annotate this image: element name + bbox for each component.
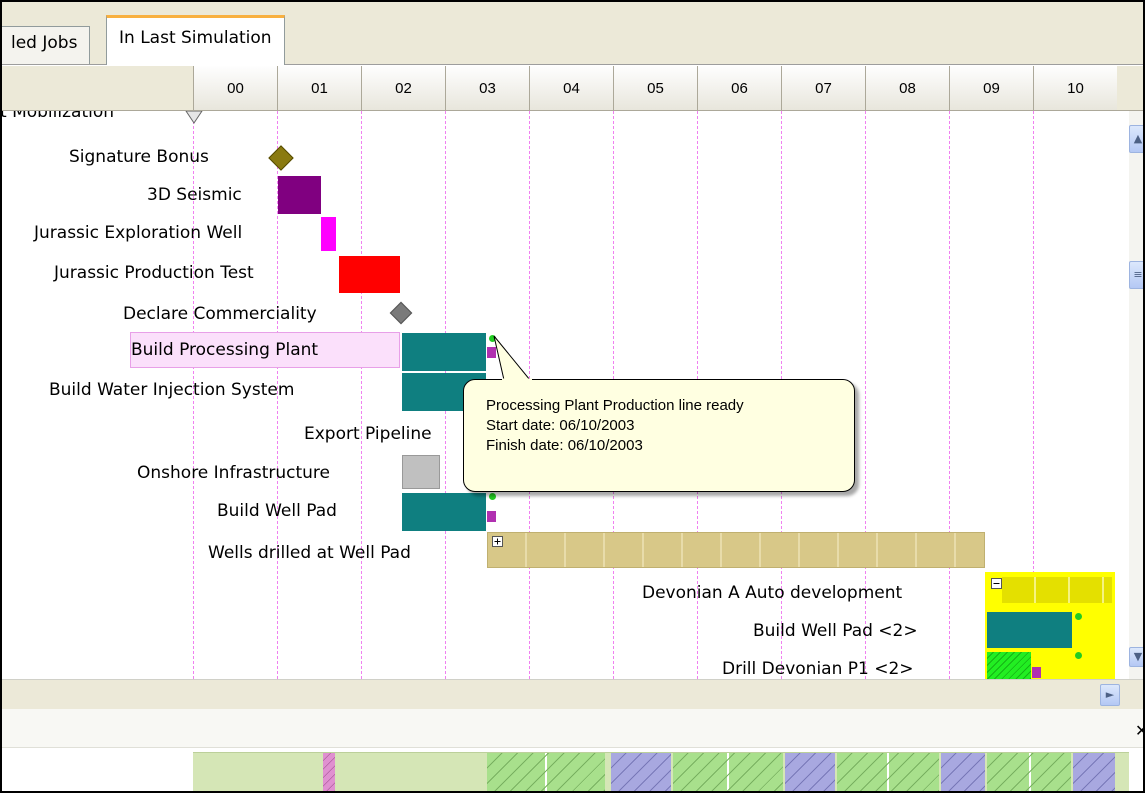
timeline-header: 00 01 02 03 04 05 06 07 08 09 10 bbox=[2, 66, 1143, 111]
arrow-right-icon[interactable]: ► bbox=[1100, 684, 1120, 706]
task-tooltip: Processing Plant Production line ready S… bbox=[463, 379, 855, 492]
task-bar-build-well-pad[interactable] bbox=[402, 493, 486, 531]
milestone-declare-commerciality[interactable] bbox=[389, 301, 413, 325]
task-label-processing-plant[interactable]: Build Processing Plant bbox=[131, 339, 318, 361]
task-bar-onshore-infrastructure[interactable] bbox=[402, 455, 440, 489]
year-header: 05 bbox=[613, 66, 697, 110]
milestone-marker[interactable] bbox=[185, 111, 203, 125]
year-header: 10 bbox=[1033, 66, 1117, 110]
tab-scheduled-jobs[interactable]: led Jobs bbox=[2, 26, 91, 64]
task-label-3d-seismic[interactable]: 3D Seismic bbox=[147, 184, 242, 206]
scroll-thumb[interactable]: ≡ bbox=[1129, 261, 1143, 289]
year-header: 08 bbox=[865, 66, 949, 110]
scroll-up-button[interactable]: ▲ bbox=[1129, 125, 1143, 153]
tab-bar: led Jobs In Last Simulation bbox=[2, 2, 1143, 65]
task-bar-build-well-pad-2[interactable] bbox=[987, 612, 1072, 648]
task-label-onshore-infrastructure[interactable]: Onshore Infrastructure bbox=[137, 462, 330, 484]
year-header: 04 bbox=[529, 66, 613, 110]
tooltip-start-date: Start date: 06/10/2003 bbox=[486, 417, 635, 434]
completion-dot bbox=[489, 493, 496, 500]
task-bar-production-test[interactable] bbox=[339, 256, 400, 293]
production-marker[interactable] bbox=[1032, 667, 1041, 678]
task-label-declare-commerciality[interactable]: Declare Commerciality bbox=[123, 303, 317, 325]
task-bar-drill-devonian[interactable] bbox=[987, 652, 1031, 679]
year-header: 06 bbox=[697, 66, 781, 110]
overview-block bbox=[673, 753, 783, 791]
task-label-signature-bonus[interactable]: Signature Bonus bbox=[69, 146, 209, 168]
task-label-devonian-auto[interactable]: Devonian A Auto development bbox=[642, 582, 902, 604]
task-label-build-well-pad[interactable]: Build Well Pad bbox=[217, 500, 337, 522]
year-header: 00 bbox=[193, 66, 277, 110]
production-marker[interactable] bbox=[487, 511, 496, 522]
overview-block bbox=[987, 753, 1071, 791]
overview-block bbox=[941, 753, 985, 791]
completion-dot bbox=[1075, 613, 1082, 620]
overview-block bbox=[837, 753, 939, 791]
task-bar-3d-seismic[interactable] bbox=[278, 176, 321, 214]
milestone-signature-bonus[interactable] bbox=[268, 145, 294, 171]
year-header: 02 bbox=[361, 66, 445, 110]
year-header: 07 bbox=[781, 66, 865, 110]
overview-block bbox=[487, 753, 605, 791]
completion-dot bbox=[1075, 652, 1082, 659]
year-header: 03 bbox=[445, 66, 529, 110]
scroll-down-button[interactable]: ▼ bbox=[1129, 647, 1143, 667]
overview-block bbox=[611, 753, 671, 791]
task-bar-processing-plant[interactable] bbox=[402, 333, 486, 371]
task-label-wells-drilled[interactable]: Wells drilled at Well Pad bbox=[208, 542, 411, 564]
plus-box-icon[interactable] bbox=[492, 536, 504, 548]
overview-block bbox=[323, 753, 335, 791]
horizontal-scrollbar[interactable]: ► bbox=[2, 679, 1143, 710]
vertical-scrollbar[interactable]: ▲ ≡ ▼ bbox=[1129, 111, 1143, 679]
year-header: 01 bbox=[277, 66, 361, 110]
tooltip-title: Processing Plant Production line ready bbox=[486, 397, 744, 414]
tooltip-pointer bbox=[493, 335, 532, 382]
task-label-production-test[interactable]: Jurassic Production Test bbox=[54, 262, 254, 284]
group-summary-bar bbox=[1002, 577, 1112, 603]
task-label-export-pipeline[interactable]: Export Pipeline bbox=[304, 423, 432, 445]
overview-header bbox=[2, 709, 1143, 748]
task-label-mobilization[interactable]: t Mobilization bbox=[2, 111, 114, 123]
task-group-wells-drilled[interactable] bbox=[487, 532, 985, 568]
task-bar-exploration-well[interactable] bbox=[321, 217, 336, 251]
close-icon[interactable]: ✕ bbox=[1135, 721, 1143, 740]
task-label-exploration-well[interactable]: Jurassic Exploration Well bbox=[34, 222, 242, 244]
year-header: 09 bbox=[949, 66, 1033, 110]
task-label-build-well-pad-2[interactable]: Build Well Pad <2> bbox=[753, 620, 918, 642]
overview-block bbox=[785, 753, 835, 791]
task-label-drill-devonian[interactable]: Drill Devonian P1 <2> bbox=[722, 658, 914, 679]
grid-line bbox=[949, 111, 950, 679]
tooltip-finish-date: Finish date: 06/10/2003 bbox=[486, 437, 643, 454]
grid-line bbox=[361, 111, 362, 679]
minus-box-icon[interactable] bbox=[991, 578, 1003, 590]
task-label-water-injection[interactable]: Build Water Injection System bbox=[49, 379, 294, 401]
tab-in-last-simulation[interactable]: In Last Simulation bbox=[106, 15, 285, 65]
overview-block bbox=[1073, 753, 1115, 791]
gantt-window: led Jobs In Last Simulation 00 01 02 03 … bbox=[0, 0, 1145, 793]
overview-timeline[interactable] bbox=[193, 752, 1129, 791]
